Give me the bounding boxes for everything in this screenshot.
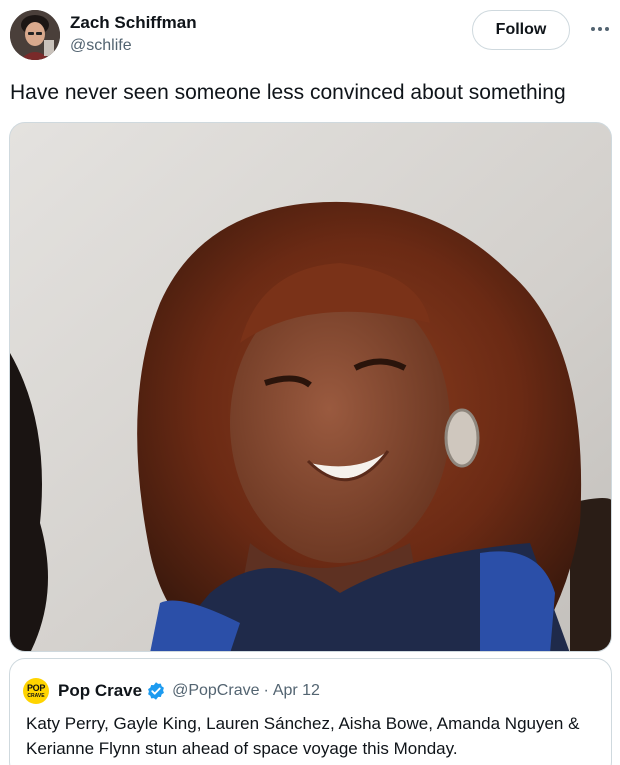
quoted-tweet[interactable]: POP CRAVE Pop Crave @PopCrave · Apr 12 K… [9,658,612,765]
author-avatar[interactable] [10,10,60,60]
dot-separator: · [263,682,269,699]
tweet-header: Zach Schiffman @schlife Follow [10,9,610,63]
more-options-icon[interactable] [586,19,614,39]
author-handle[interactable]: @schlife [70,35,197,57]
verified-badge-icon [148,682,165,700]
author-names: Zach Schiffman @schlife [70,12,197,57]
tweet-photo[interactable] [9,122,612,652]
follow-button[interactable]: Follow [472,10,570,50]
quoted-date[interactable]: Apr 12 [273,682,320,700]
quoted-text: Katy Perry, Gayle King, Lauren Sánchez, … [26,714,580,758]
quoted-handle[interactable]: @PopCrave [172,682,259,700]
tweet-text: Have never seen someone less convinced a… [10,81,566,104]
quoted-tweet-header: POP CRAVE Pop Crave @PopCrave · Apr 12 [23,678,320,704]
author-display-name[interactable]: Zach Schiffman [70,12,197,34]
pop-crave-logo[interactable]: POP CRAVE [23,678,49,704]
quoted-display-name[interactable]: Pop Crave [58,681,142,701]
